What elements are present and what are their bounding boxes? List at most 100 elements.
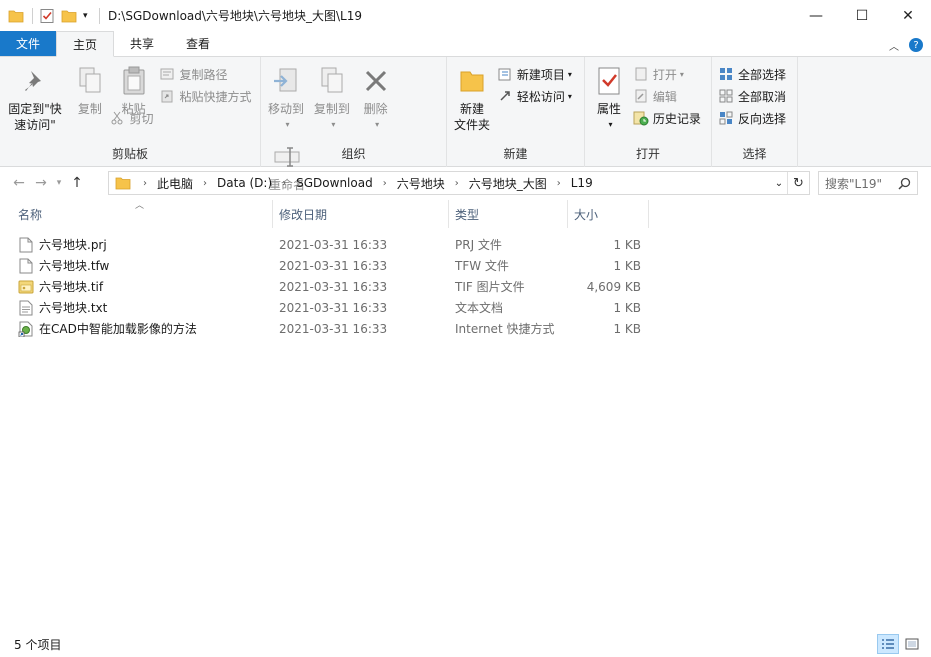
breadcrumb-item[interactable]: 六号地块	[391, 175, 451, 192]
open-button[interactable]: 打开 ▾	[633, 63, 701, 85]
chevron-down-icon: ▾	[567, 91, 572, 101]
file-type: 文本文档	[455, 301, 504, 315]
window-title: D:\SGDownload\六号地块\六号地块_大图\L19	[108, 9, 362, 23]
chevron-down-icon[interactable]: ⌄	[771, 172, 787, 194]
select-all-button[interactable]: 全部选择	[718, 63, 786, 85]
new-item-button[interactable]: 新建项目 ▾	[497, 63, 572, 85]
column-header-name[interactable]: 名称	[12, 200, 273, 228]
copy-to-button[interactable]: 复制到 ▾	[311, 61, 353, 137]
edit-button[interactable]: 编辑	[633, 85, 701, 107]
column-header-size[interactable]: 大小	[568, 200, 649, 228]
recent-dropdown-icon[interactable]: ▾	[52, 172, 66, 194]
chevron-up-icon[interactable]: ︿	[889, 38, 899, 53]
paste-shortcut-button[interactable]: 粘贴快捷方式	[159, 85, 252, 107]
cut-label: 剪切	[129, 111, 154, 126]
tab-view[interactable]: 查看	[170, 31, 226, 56]
easy-access-button[interactable]: 轻松访问 ▾	[497, 85, 572, 107]
breadcrumb-separator[interactable]: ›	[199, 178, 211, 189]
history-button[interactable]: 历史记录	[633, 107, 701, 129]
minimize-button[interactable]: —	[793, 0, 839, 32]
file-type: TIF 图片文件	[455, 280, 525, 294]
qat-dropdown-icon[interactable]: ▾	[83, 11, 93, 21]
move-to-button[interactable]: 移动到 ▾	[265, 61, 307, 137]
list-item[interactable]: 六号地块.tfw 2021-03-31 16:33 TFW 文件 1 KB	[0, 255, 931, 276]
invert-selection-button[interactable]: 反向选择	[718, 107, 786, 129]
clipboard-small-buttons: 复制路径 粘贴快捷方式 剪切	[111, 61, 252, 129]
breadcrumb-separator[interactable]: ›	[451, 178, 463, 189]
pin-label-1: 固定到"快	[8, 102, 62, 116]
column-header-date[interactable]: 修改日期	[273, 200, 449, 228]
properties-button[interactable]: 属性 ▾	[589, 61, 629, 137]
breadcrumb-separator[interactable]: ›	[278, 178, 290, 189]
delete-x-icon	[360, 65, 392, 97]
breadcrumb-separator[interactable]: ›	[139, 178, 151, 189]
file-name: 六号地块.txt	[39, 301, 108, 315]
new-folder-label-2: 文件夹	[454, 118, 491, 132]
list-item[interactable]: 六号地块.txt 2021-03-31 16:33 文本文档 1 KB	[0, 297, 931, 318]
properties-check-icon[interactable]	[39, 8, 55, 24]
refresh-icon[interactable]: ↻	[787, 172, 809, 194]
back-arrow-icon[interactable]: ←	[8, 172, 30, 194]
breadcrumb-item[interactable]: Data (D:)	[211, 176, 278, 190]
history-icon	[633, 110, 649, 126]
copy-button[interactable]: 复制	[70, 61, 110, 121]
copy-icon	[74, 65, 106, 97]
column-header-type[interactable]: 类型	[449, 200, 568, 228]
close-button[interactable]: ✕	[885, 0, 931, 32]
file-date: 2021-03-31 16:33	[279, 321, 388, 336]
address-bar[interactable]: › 此电脑 › Data (D:) › SGDownload › 六号地块 › …	[108, 171, 810, 195]
breadcrumb-item[interactable]: 此电脑	[151, 175, 199, 192]
invert-selection-icon	[718, 110, 734, 126]
file-name-cell: 六号地块.prj	[18, 234, 107, 255]
large-icons-view-icon[interactable]	[901, 634, 923, 654]
breadcrumb-separator[interactable]: ›	[379, 178, 391, 189]
file-size: 1 KB	[613, 321, 641, 336]
list-item[interactable]: 六号地块.prj 2021-03-31 16:33 PRJ 文件 1 KB	[0, 234, 931, 255]
chevron-down-icon: ▾	[679, 69, 684, 79]
copy-path-button[interactable]: 复制路径	[159, 63, 251, 85]
file-size: 4,609 KB	[586, 279, 641, 294]
pin-quick-access-button[interactable]: 固定到"快 速访问"	[4, 61, 66, 137]
breadcrumb-separator[interactable]: ›	[553, 178, 565, 189]
list-item[interactable]: 六号地块.tif 2021-03-31 16:33 TIF 图片文件 4,609…	[0, 276, 931, 297]
blank-file-icon	[18, 237, 34, 253]
open-label: 打开	[652, 67, 677, 82]
new-folder-button[interactable]: 新建 文件夹	[451, 61, 493, 137]
file-date: 2021-03-31 16:33	[279, 258, 388, 273]
forward-arrow-icon[interactable]: →	[30, 172, 52, 194]
tab-file[interactable]: 文件	[0, 31, 57, 56]
up-arrow-icon[interactable]: ↑	[66, 172, 88, 194]
select-none-button[interactable]: 全部取消	[718, 85, 786, 107]
delete-button[interactable]: 删除 ▾	[357, 61, 395, 137]
paste-shortcut-label: 粘贴快捷方式	[179, 89, 252, 104]
breadcrumb-item[interactable]: SGDownload	[290, 176, 379, 190]
list-item[interactable]: 在CAD中智能加载影像的方法 2021-03-31 16:33 Internet…	[0, 318, 931, 339]
details-view-icon[interactable]	[877, 634, 899, 654]
column-headers: ︿ 名称 修改日期 类型 大小	[0, 200, 931, 228]
quick-access-toolbar: ▾ D:\SGDownload\六号地块\六号地块_大图\L19	[0, 0, 362, 32]
move-to-label: 移动到	[268, 102, 305, 116]
file-type: Internet 快捷方式	[455, 322, 555, 336]
new-folder-icon[interactable]	[61, 8, 77, 24]
view-toggle	[877, 634, 923, 654]
breadcrumb-item[interactable]: 六号地块_大图	[463, 175, 553, 192]
copy-to-icon	[316, 65, 348, 97]
new-folder-icon	[456, 65, 488, 97]
search-input[interactable]: 搜索"L19"	[818, 171, 918, 195]
folder-icon[interactable]	[8, 8, 24, 24]
help-icon[interactable]: ?	[909, 38, 923, 52]
organize-group-label: 组织	[341, 147, 366, 161]
maximize-button[interactable]: ☐	[839, 0, 885, 32]
paste-shortcut-icon	[159, 88, 175, 104]
search-icon[interactable]	[898, 177, 911, 190]
clipboard-group: 固定到"快 速访问" 复制 粘贴 复制路径 粘贴快捷方式 剪切 剪贴板	[0, 57, 261, 167]
easy-access-icon	[497, 88, 513, 104]
pin-icon	[19, 65, 51, 97]
tab-share[interactable]: 共享	[114, 31, 170, 56]
new-group: 新建 文件夹 新建项目 ▾ 轻松访问 ▾ 新建	[447, 57, 585, 167]
copy-to-label: 复制到	[313, 102, 350, 116]
cut-button[interactable]: 剪切	[109, 107, 251, 129]
tab-home[interactable]: 主页	[56, 31, 115, 57]
breadcrumb-item-current[interactable]: L19	[565, 176, 599, 190]
chevron-down-icon: ▾	[331, 120, 336, 129]
